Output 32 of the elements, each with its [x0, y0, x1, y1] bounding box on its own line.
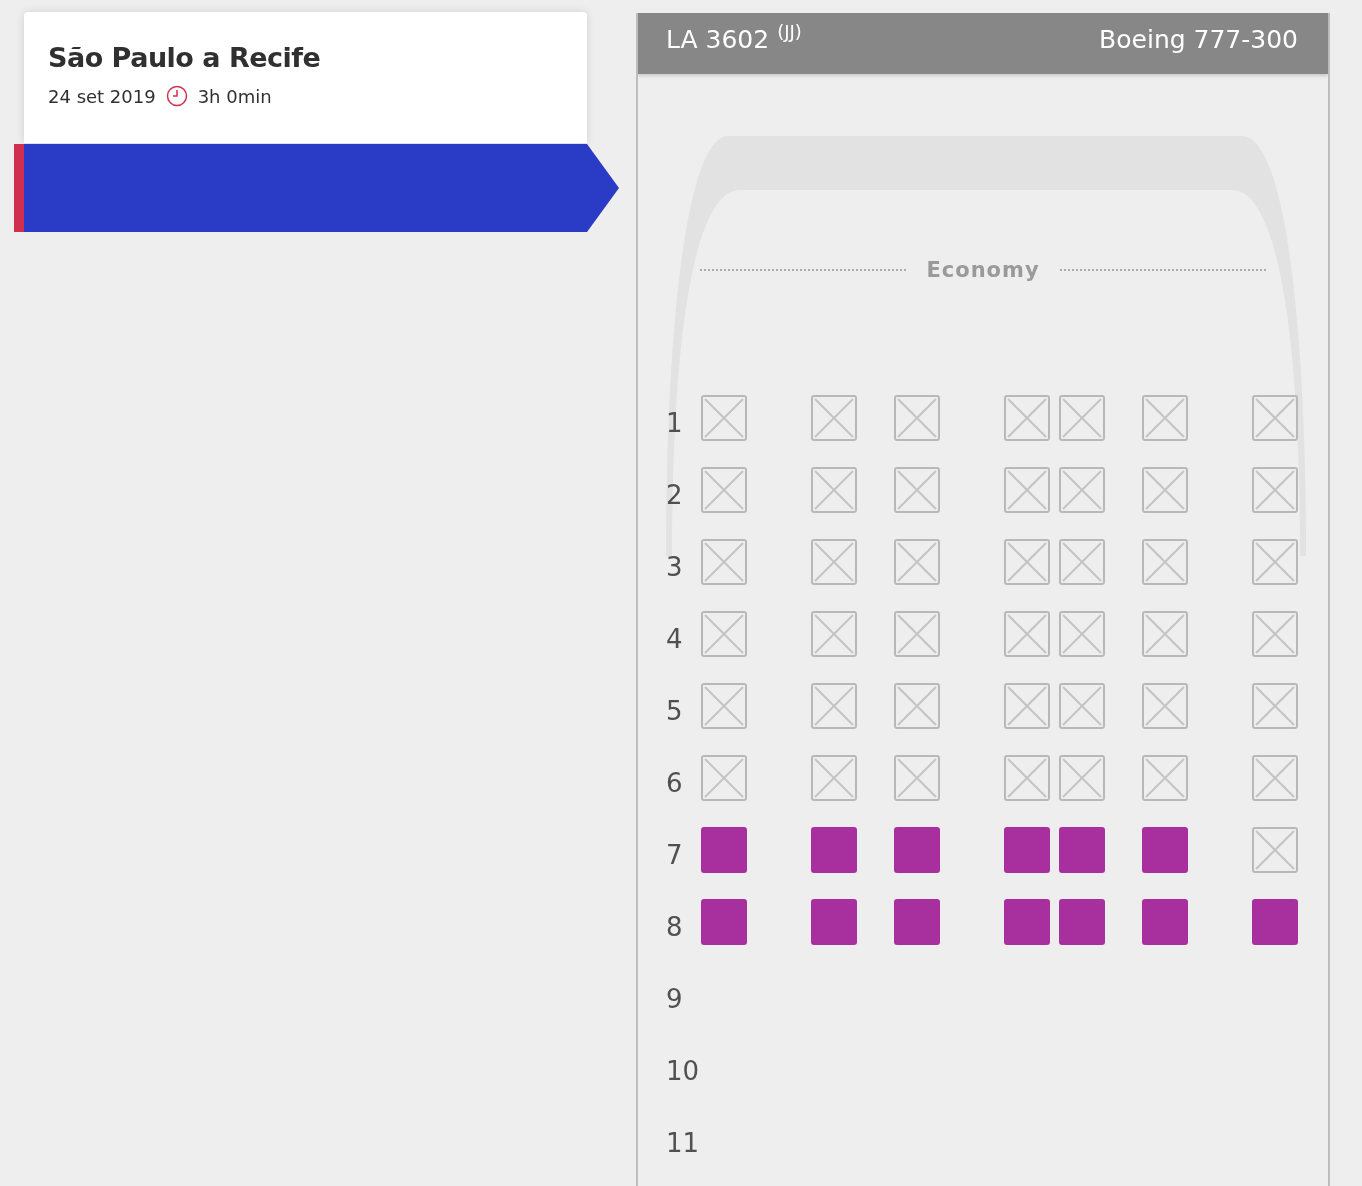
available-seat[interactable] [701, 827, 747, 873]
available-seat[interactable] [1059, 899, 1105, 945]
flight-duration: 3h 0min [197, 85, 272, 107]
available-seat[interactable] [1142, 827, 1188, 873]
available-seat[interactable] [1142, 899, 1188, 945]
row-number: 6 [666, 767, 684, 800]
row-number: 5 [666, 695, 684, 728]
available-seat[interactable] [701, 899, 747, 945]
available-seat[interactable] [1004, 899, 1050, 945]
flight-date: 24 set 2019 [48, 85, 156, 107]
available-seat[interactable] [894, 827, 940, 873]
available-seat[interactable] [1252, 899, 1298, 945]
flight-tab[interactable] [14, 144, 619, 232]
row-number: 10 [666, 1055, 701, 1088]
row-number: 4 [666, 623, 684, 656]
row-number: 9 [666, 983, 684, 1016]
row-number: 8 [666, 911, 684, 944]
available-seat[interactable] [811, 899, 857, 945]
flight-number: LA 3602 $^{(JJ)}$ [666, 25, 802, 54]
row-number: 1 [666, 407, 684, 440]
row-number: 11 [666, 1127, 701, 1160]
row-number: 3 [666, 551, 684, 584]
available-seat[interactable] [811, 827, 857, 873]
available-seat[interactable] [894, 899, 940, 945]
route-title: São Paulo a Recife [48, 42, 322, 73]
aircraft-model: Boeing 777-300 [1099, 25, 1298, 54]
available-seat[interactable] [1059, 827, 1105, 873]
cabin-label: Economy [926, 258, 1040, 282]
row-number: 2 [666, 479, 684, 512]
clock-icon [165, 85, 188, 107]
available-seat[interactable] [1004, 827, 1050, 873]
row-number: 7 [666, 839, 684, 872]
